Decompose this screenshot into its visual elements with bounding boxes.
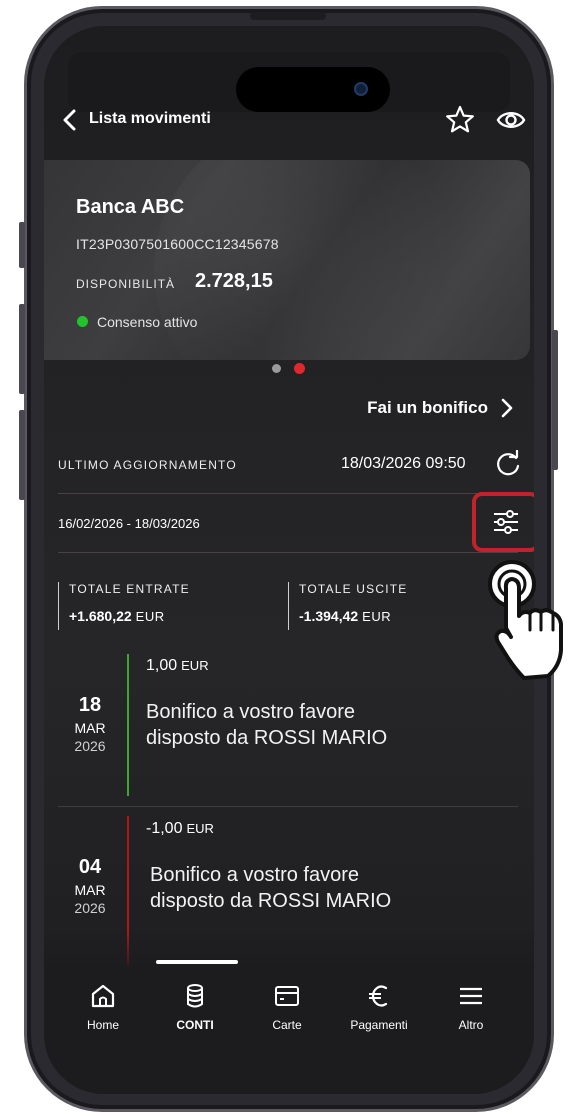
transaction-day: 18 — [78, 694, 102, 716]
pager-dot-2-active[interactable] — [294, 363, 305, 374]
total-expense-amount: -1.394,42 — [299, 608, 359, 624]
transaction-description: Bonifico a vostro favore disposto da ROS… — [150, 862, 391, 914]
transaction-amount-value: 1,00 — [146, 657, 178, 674]
database-icon — [187, 984, 203, 1008]
transaction-item[interactable]: 1,00 EUR 18 MAR 2026 Bonifico a vostro fa… — [58, 654, 518, 796]
home-icon — [91, 984, 115, 1008]
total-income-amount: +1.680,22 — [69, 608, 132, 624]
transaction-description-line1: Bonifico a vostro favore — [146, 701, 355, 723]
consent-status-dot — [77, 316, 88, 327]
refresh-icon[interactable] — [494, 450, 522, 478]
tab-pagamenti-label: Pagamenti — [350, 1018, 408, 1032]
transaction-amount-value: -1,00 — [146, 820, 183, 837]
transaction-month: MAR — [74, 720, 106, 736]
total-expense: TOTALE USCITE -1.394,42 EUR — [288, 582, 408, 630]
availability-value: 2.728,15 — [195, 270, 273, 292]
consent-status-text: Consenso attivo — [97, 314, 198, 330]
new-transfer-link[interactable]: Fai un bonifico — [367, 398, 514, 418]
divider — [58, 493, 518, 494]
transaction-description-line2: disposto da ROSSI MARIO — [150, 890, 392, 912]
total-income: TOTALE ENTRATE +1.680,22 EUR — [58, 582, 190, 630]
menu-icon — [460, 987, 482, 1005]
eye-icon[interactable] — [496, 106, 526, 134]
total-expense-currency: EUR — [362, 609, 392, 624]
chevron-right-icon — [501, 398, 513, 418]
tab-pagamenti[interactable]: Pagamenti — [334, 982, 424, 1032]
last-update-label: ULTIMO AGGIORNAMENTO — [58, 458, 237, 472]
scroll-indicator — [156, 960, 238, 964]
date-range: 16/02/2026 - 18/03/2026 — [58, 516, 200, 531]
favorite-star-icon[interactable] — [444, 104, 476, 136]
phone-speaker — [250, 12, 326, 20]
tab-conti-label: CONTI — [176, 1018, 214, 1032]
tab-carte-label: Carte — [272, 1018, 302, 1032]
tab-bar: Home CONTI Carte Pagamenti Altro — [44, 970, 534, 1094]
divider — [58, 552, 518, 553]
transaction-description: Bonifico a vostro favore disposto da ROS… — [146, 699, 387, 751]
transaction-amount: 1,00 EUR — [146, 657, 209, 675]
availability-label: DISPONIBILITÀ — [76, 277, 176, 291]
card-icon — [275, 986, 299, 1006]
iban: IT23P0307501600CC12345678 — [76, 236, 279, 252]
tab-conti[interactable]: CONTI — [150, 982, 240, 1032]
new-transfer-label: Fai un bonifico — [367, 398, 488, 417]
transaction-currency: EUR — [186, 821, 214, 836]
account-card[interactable]: Banca ABC IT23P0307501600CC12345678 DISP… — [44, 160, 530, 360]
total-income-currency: EUR — [135, 609, 165, 624]
front-camera — [354, 82, 368, 96]
total-expense-label: TOTALE USCITE — [299, 582, 408, 596]
transaction-description-line2: disposto da ROSSI MARIO — [146, 727, 388, 749]
phone-volume-up-button — [19, 304, 25, 394]
transaction-amount: -1,00 EUR — [146, 820, 214, 838]
phone-volume-down-button — [19, 410, 25, 500]
screen: Lista movimenti Banca ABC IT23P030750160… — [44, 26, 534, 1094]
transaction-month: MAR — [74, 882, 106, 898]
transaction-day: 04 — [78, 856, 102, 878]
transaction-year: 2026 — [74, 738, 106, 754]
transaction-year: 2026 — [74, 900, 106, 916]
tab-altro[interactable]: Altro — [426, 982, 516, 1032]
transaction-income-bar — [127, 654, 129, 796]
total-income-label: TOTALE ENTRATE — [69, 582, 190, 596]
filter-button[interactable] — [472, 492, 534, 552]
sliders-filter-icon — [494, 510, 518, 534]
phone-power-button — [552, 330, 558, 470]
card-texture — [154, 160, 454, 360]
divider — [58, 806, 518, 807]
transaction-currency: EUR — [181, 658, 209, 673]
euro-icon — [369, 985, 388, 1007]
tab-home[interactable]: Home — [58, 982, 148, 1032]
tab-home-label: Home — [86, 1018, 119, 1032]
page-title: Lista movimenti — [89, 110, 211, 127]
transaction-description-line1: Bonifico a vostro favore — [150, 864, 359, 886]
total-income-value: +1.680,22 EUR — [69, 608, 190, 624]
total-expense-value: -1.394,42 EUR — [299, 608, 408, 624]
tap-hand-pointer-icon — [488, 560, 563, 680]
pager-dot-1[interactable] — [272, 364, 281, 373]
header: Lista movimenti — [44, 100, 534, 140]
list-bottom-fade — [44, 930, 534, 970]
bank-name: Banca ABC — [76, 196, 185, 218]
last-update-value: 18/03/2026 09:50 — [341, 455, 466, 472]
tab-altro-label: Altro — [458, 1018, 484, 1032]
back-arrow-icon[interactable] — [56, 106, 84, 134]
tab-carte[interactable]: Carte — [242, 982, 332, 1032]
phone-action-button — [19, 222, 25, 268]
